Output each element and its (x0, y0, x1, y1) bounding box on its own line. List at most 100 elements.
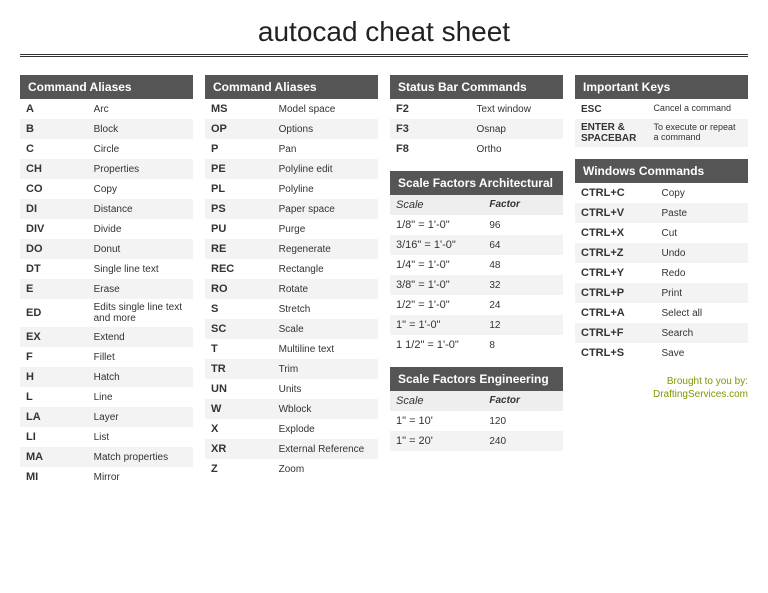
header-aliases-2: Command Aliases (205, 75, 378, 99)
columns: Command Aliases AArcBBlockCCircleCHPrope… (20, 75, 748, 499)
cell-key: CTRL+A (581, 307, 662, 319)
cell-key: A (26, 103, 94, 115)
cell-value: Copy (662, 188, 743, 199)
footer-credit: Brought to you by: DraftingServices.com (575, 375, 748, 401)
table-row: OPOptions (205, 119, 378, 139)
cell-key: S (211, 303, 279, 315)
cell-key: PS (211, 203, 279, 215)
table-row: 1 1/2" = 1'-0"8 (390, 335, 563, 355)
cell-value: Layer (94, 412, 187, 423)
table-row: AArc (20, 99, 193, 119)
cell-key: 1" = 10' (396, 415, 489, 427)
cell-value: List (94, 432, 187, 443)
cell-key: X (211, 423, 279, 435)
cell-key: Z (211, 463, 279, 475)
table-row: PSPaper space (205, 199, 378, 219)
table-row: PLPolyline (205, 179, 378, 199)
cell-value: Multiline text (279, 344, 372, 355)
table-row: 3/16" = 1'-0"64 (390, 235, 563, 255)
table-row: CCircle (20, 139, 193, 159)
table-row: RORotate (205, 279, 378, 299)
cell-value: Ortho (477, 144, 558, 155)
cell-value: 32 (489, 280, 557, 291)
cell-value: 48 (489, 260, 557, 271)
cell-key: MS (211, 103, 279, 115)
cell-key: ESC (581, 104, 653, 115)
cell-value: 24 (489, 300, 557, 311)
cell-key: P (211, 143, 279, 155)
cell-key: CTRL+P (581, 287, 662, 299)
table-row: F8Ortho (390, 139, 563, 159)
cell-key: DI (26, 203, 94, 215)
cell-key: 3/16" = 1'-0" (396, 239, 489, 251)
rows-scale-eng: 1" = 10'1201" = 20'240 (390, 411, 563, 451)
cell-key: LA (26, 411, 94, 423)
table-row: DIDistance (20, 199, 193, 219)
cell-key: 1/8" = 1'-0" (396, 219, 489, 231)
cell-key: MI (26, 471, 94, 483)
cell-key: 1" = 20' (396, 435, 489, 447)
cell-key: DIV (26, 223, 94, 235)
cell-key: DT (26, 263, 94, 275)
table-row: HHatch (20, 367, 193, 387)
table-row: ESCCancel a command (575, 99, 748, 119)
cell-value: Polyline (279, 184, 372, 195)
subheader-scale-arch: Scale Factor (390, 195, 563, 215)
block-scale-arch: Scale Factors Architectural Scale Factor… (390, 171, 563, 355)
cell-value: Search (662, 328, 743, 339)
table-row: PUPurge (205, 219, 378, 239)
sub-factor-e: Factor (489, 395, 557, 407)
sub-factor: Factor (489, 199, 557, 211)
cell-key: DO (26, 243, 94, 255)
sub-scale: Scale (396, 199, 489, 211)
cell-value: Wblock (279, 404, 372, 415)
cell-value: Rectangle (279, 264, 372, 275)
header-windows: Windows Commands (575, 159, 748, 183)
rows-aliases-1: AArcBBlockCCircleCHPropertiesCOCopyDIDis… (20, 99, 193, 487)
cell-key: CO (26, 183, 94, 195)
table-row: CTRL+FSearch (575, 323, 748, 343)
cell-value: Redo (662, 268, 743, 279)
cell-value: Match properties (94, 452, 187, 463)
cell-value: Paste (662, 208, 743, 219)
cell-value: 240 (489, 436, 557, 447)
cell-value: Arc (94, 104, 187, 115)
cell-value: Cut (662, 228, 743, 239)
cell-value: Single line text (94, 264, 187, 275)
table-row: MSModel space (205, 99, 378, 119)
cell-key: CTRL+X (581, 227, 662, 239)
cell-value: Stretch (279, 304, 372, 315)
header-aliases-1: Command Aliases (20, 75, 193, 99)
table-row: 1/8" = 1'-0"96 (390, 215, 563, 235)
table-row: LALayer (20, 407, 193, 427)
table-row: SStretch (205, 299, 378, 319)
cell-value: 64 (489, 240, 557, 251)
cell-value: 120 (489, 416, 557, 427)
header-statusbar: Status Bar Commands (390, 75, 563, 99)
cell-key: 1 1/2" = 1'-0" (396, 339, 489, 351)
table-row: DIVDivide (20, 219, 193, 239)
cell-key: RE (211, 243, 279, 255)
cell-key: C (26, 143, 94, 155)
cell-key: CTRL+F (581, 327, 662, 339)
table-row: TRTrim (205, 359, 378, 379)
table-row: F3Osnap (390, 119, 563, 139)
cell-key: MA (26, 451, 94, 463)
block-important: Important Keys ESCCancel a commandENTER … (575, 75, 748, 147)
table-row: 1/4" = 1'-0"48 (390, 255, 563, 275)
table-row: MIMirror (20, 467, 193, 487)
cell-key: F3 (396, 123, 477, 135)
block-aliases-2: Command Aliases MSModel spaceOPOptions P P… (205, 75, 378, 479)
cell-key: CTRL+C (581, 187, 662, 199)
cell-key: SC (211, 323, 279, 335)
col-aliases-1: Command Aliases AArcBBlockCCircleCHPrope… (20, 75, 193, 499)
block-windows: Windows Commands CTRL+CCopyCTRL+VPasteCT… (575, 159, 748, 363)
cell-value: Cancel a command (653, 104, 742, 114)
cell-key: REC (211, 263, 279, 275)
cell-key: 1/4" = 1'-0" (396, 259, 489, 271)
cell-key: TR (211, 363, 279, 375)
table-row: CTRL+YRedo (575, 263, 748, 283)
cell-key: 3/8" = 1'-0" (396, 279, 489, 291)
table-row: DODonut (20, 239, 193, 259)
table-row: EErase (20, 279, 193, 299)
